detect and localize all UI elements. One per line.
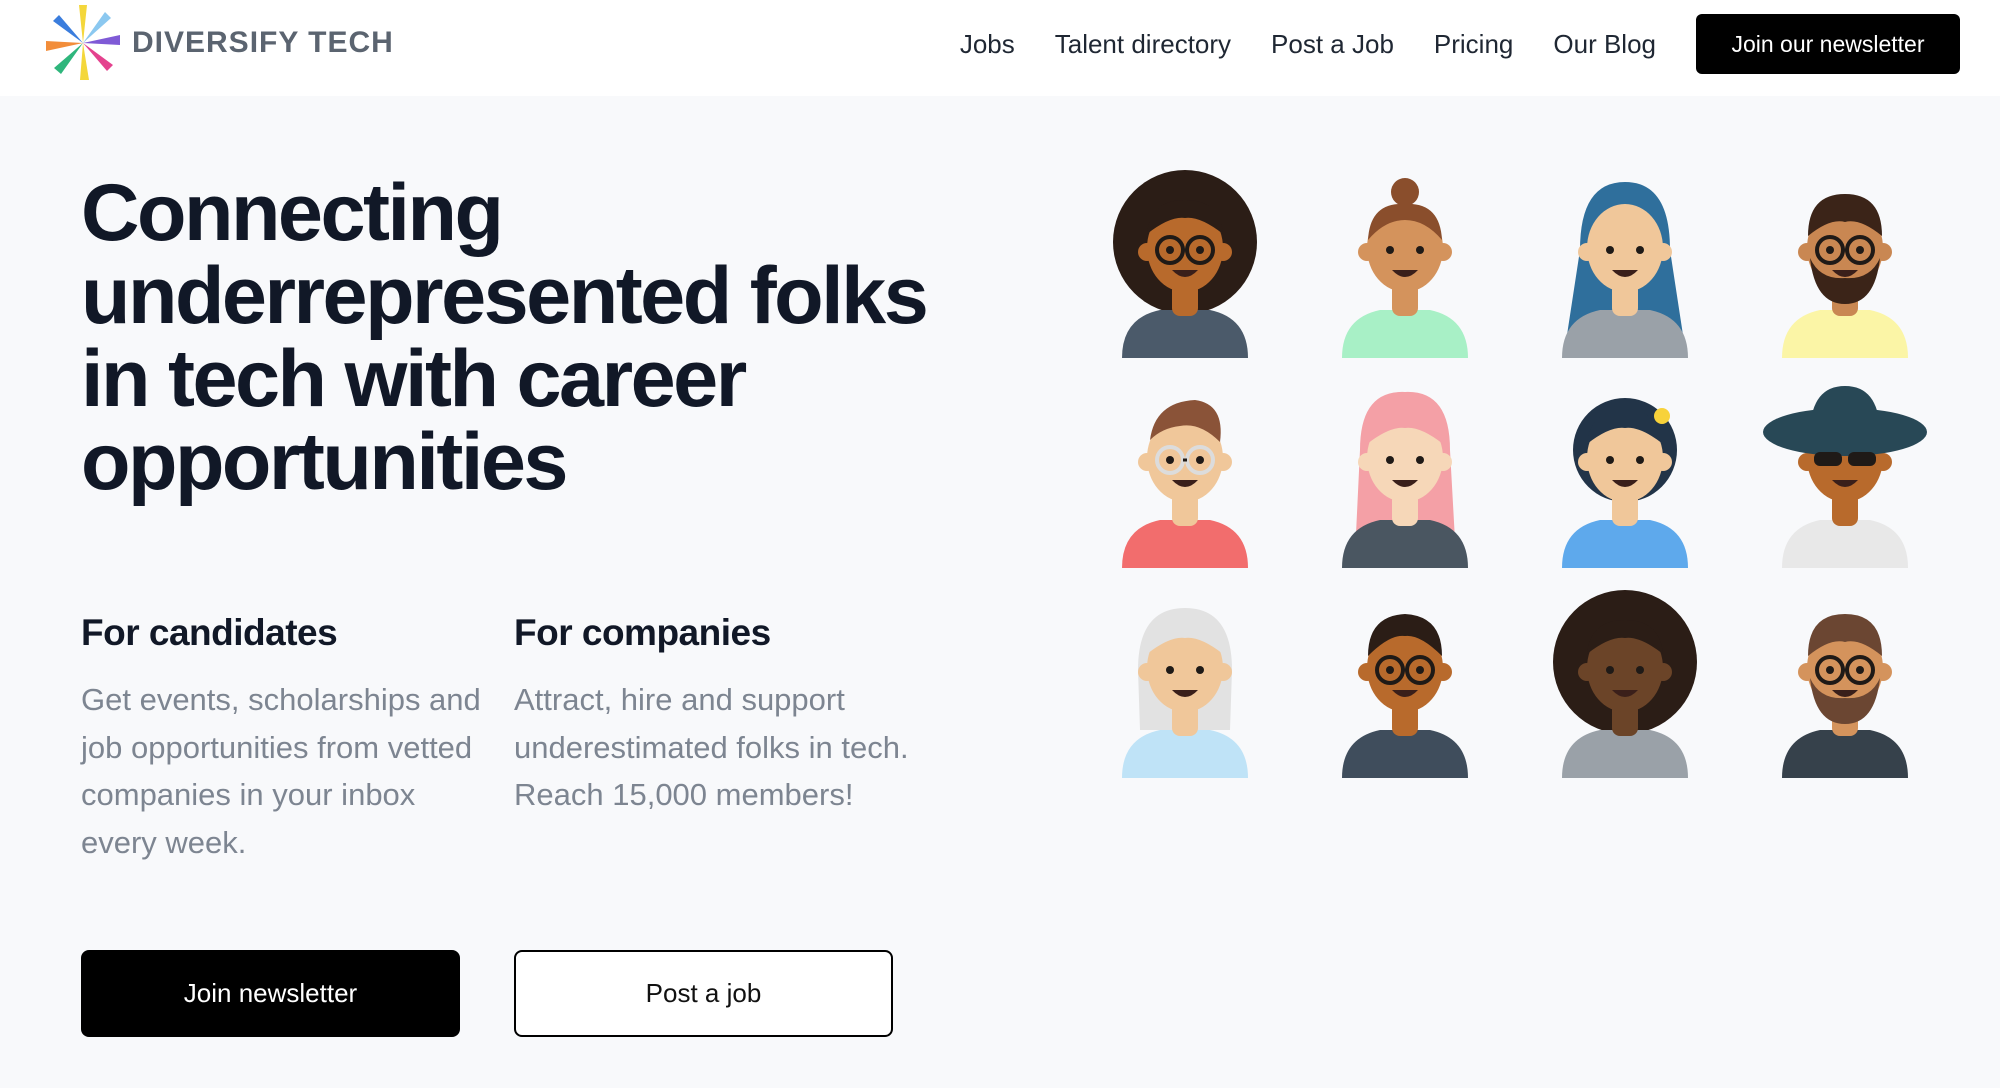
nav-post-a-job[interactable]: Post a Job [1271,29,1394,60]
avatar-hat-sunglasses-man-icon [1760,380,1930,570]
candidates-heading: For candidates [81,612,338,653]
avatar-grey-hair-woman-icon [1100,590,1270,780]
candidates-text: Get events, scholarships and job opportu… [81,682,481,860]
join-our-newsletter-button[interactable]: Join our newsletter [1696,14,1960,74]
brand-logo[interactable]: DIVERSIFY TECH [40,0,394,86]
hero-title: Connecting underrepresented folks in tec… [81,168,929,507]
nav-jobs[interactable]: Jobs [960,29,1015,60]
candidates-section: For candidates Get events, scholarships … [81,612,481,866]
avatar-hijab-woman-icon [1540,170,1710,360]
nav-our-blog[interactable]: Our Blog [1553,29,1656,60]
pinwheel-logo-icon [46,5,120,80]
companies-text: Attract, hire and support underestimated… [514,682,909,812]
join-newsletter-button[interactable]: Join newsletter [81,950,460,1037]
companies-section: For companies Attract, hire and support … [514,612,914,819]
avatar-bearded-brown-man-icon [1760,590,1930,780]
avatar-laughing-glasses-man-icon [1320,590,1490,780]
avatar-afro-woman-icon [1540,590,1710,780]
post-a-job-button[interactable]: Post a job [514,950,893,1037]
main-nav: Jobs Talent directory Post a Job Pricing… [960,0,2000,88]
avatar-afro-glasses-woman-icon [1100,170,1270,360]
nav-pricing[interactable]: Pricing [1434,29,1513,60]
avatar-grid [1100,170,1927,790]
avatar-bun-woman-icon [1320,170,1490,360]
brand-name: DIVERSIFY TECH [132,26,394,59]
avatar-flower-woman-icon [1540,380,1710,570]
companies-heading: For companies [514,612,771,653]
nav-talent-directory[interactable]: Talent directory [1055,29,1231,60]
avatar-pink-hair-woman-icon [1320,380,1490,570]
avatar-quiff-glasses-man-icon [1100,380,1270,570]
site-header: DIVERSIFY TECH Jobs Talent directory Pos… [0,0,2000,96]
avatar-bearded-glasses-man-icon [1760,170,1930,360]
